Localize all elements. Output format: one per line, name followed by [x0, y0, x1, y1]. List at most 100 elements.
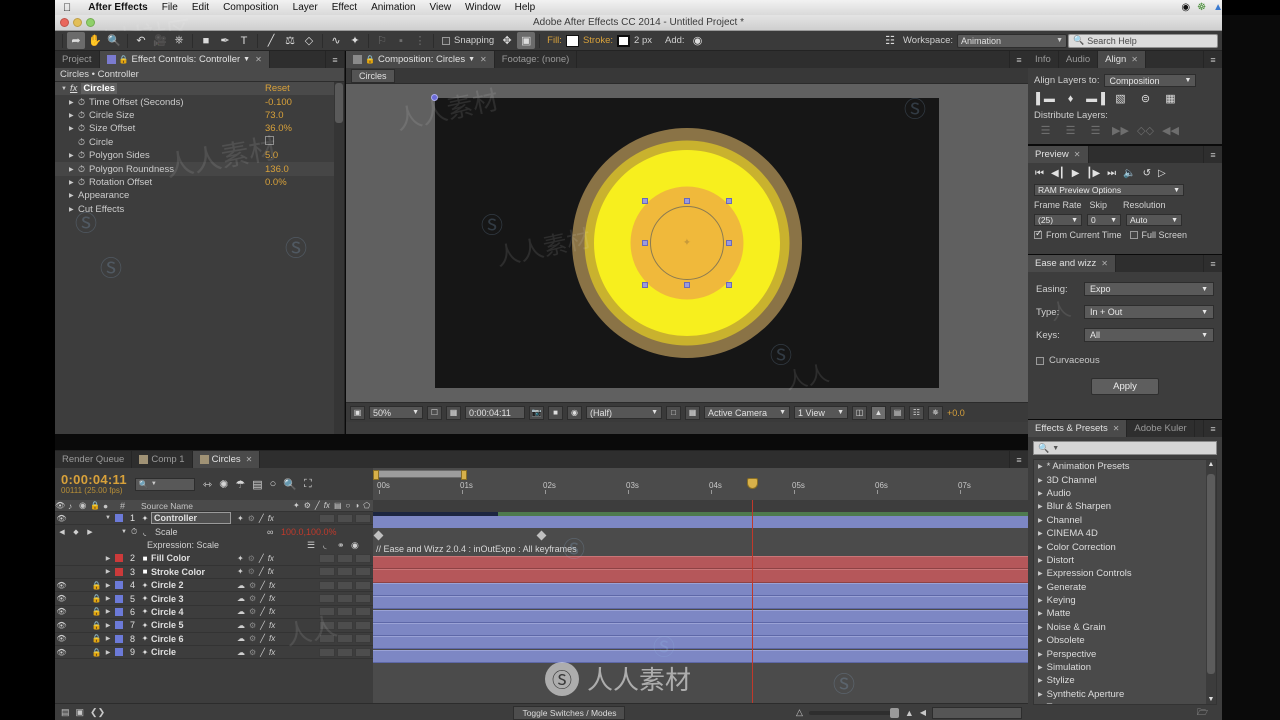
lock-toggle[interactable]: 🔒	[90, 633, 103, 645]
list-item[interactable]: ▶ Generate	[1034, 581, 1216, 594]
fill-swatch[interactable]	[565, 34, 579, 47]
layer-color-swatch[interactable]	[113, 579, 124, 591]
panel-menu-icon[interactable]: ≡	[1010, 451, 1028, 468]
menu-item-view[interactable]: View	[423, 2, 459, 13]
tab-effect-controls[interactable]: 🔒 Effect Controls: Controller ▼ ✕	[99, 51, 270, 68]
layer-bar-fill-color[interactable]	[373, 556, 1028, 569]
type-dropdown[interactable]: In + Out ▼	[1084, 305, 1214, 319]
chevron-right-icon[interactable]: ▶	[1038, 477, 1043, 484]
show-snapshot-icon[interactable]: ■	[548, 405, 563, 420]
quality-icon[interactable]: ╱	[259, 514, 264, 523]
collapse-icon[interactable]: ⚙	[249, 634, 256, 643]
add-icon[interactable]: ◉	[689, 32, 707, 49]
list-item[interactable]: ▶ Distort	[1034, 554, 1216, 567]
property-group-cut-effects[interactable]: ▶ Cut Effects	[55, 203, 344, 216]
audio-toggle[interactable]	[68, 566, 79, 578]
tab-ease-and-wizz[interactable]: Ease and wizz ✕	[1028, 255, 1116, 272]
close-icon[interactable]: ✕	[246, 455, 253, 464]
quality-icon[interactable]: ╱	[260, 594, 265, 603]
effects-category-list[interactable]: ▶ * Animation Presets ▶ 3D Channel ▶ Audio …	[1033, 459, 1217, 705]
close-icon[interactable]: ✕	[1101, 259, 1108, 268]
expression-language-icon[interactable]: ◉	[351, 540, 373, 551]
visibility-toggle[interactable]: 👁	[55, 579, 68, 591]
sync-icon[interactable]: ☸	[1197, 2, 1206, 13]
easing-dropdown[interactable]: Expo ▼	[1084, 282, 1214, 296]
chevron-right-icon[interactable]: ▶	[103, 619, 113, 631]
timeline-track-area[interactable]: // Ease and Wizz 2.0.4 : inOutExpo : All…	[373, 512, 1028, 703]
property-value[interactable]: 36.0%	[265, 123, 292, 134]
chevron-right-icon[interactable]: ▶	[1038, 570, 1043, 577]
quality-icon[interactable]: ╱	[259, 567, 264, 576]
stopwatch-icon[interactable]: ⏱	[78, 150, 89, 161]
list-item[interactable]: ▶ Expression Controls	[1034, 567, 1216, 580]
shy-icon[interactable]: ☁	[237, 648, 245, 657]
shy-icon[interactable]: ☁	[237, 594, 245, 603]
composition-stage[interactable]: ✦ 人人素材 Ⓢ 人人素材 Ⓢ 人人 Ⓢ	[346, 84, 1028, 402]
audio-toggle[interactable]	[68, 512, 79, 524]
anchor-point-icon[interactable]: ✦	[683, 238, 691, 249]
property-row-circle-size[interactable]: ▶ ⏱ Circle Size 73.0	[55, 109, 344, 122]
stopwatch-icon[interactable]: ⏱	[131, 527, 143, 537]
expression-enable-icon[interactable]: ☰	[307, 540, 323, 551]
tab-footage[interactable]: Footage: (none)	[495, 51, 578, 68]
layer-mode-cells[interactable]	[317, 553, 373, 563]
audio-toggle[interactable]	[68, 592, 79, 604]
layer-switches[interactable]: ☁ ⚙ ╱ fx	[235, 594, 317, 603]
effects-icon[interactable]: fx	[268, 514, 274, 523]
prev-frame-icon[interactable]: ◀┃	[1051, 168, 1065, 179]
panel-menu-icon[interactable]: ≡	[1204, 51, 1222, 68]
tab-audio[interactable]: Audio	[1059, 51, 1099, 68]
layer-bar-circle-5[interactable]	[373, 623, 1028, 637]
visibility-toggle[interactable]: 👁	[55, 633, 68, 645]
solo-toggle[interactable]	[79, 592, 90, 604]
chevron-right-icon[interactable]: ▶	[69, 152, 78, 159]
resolution-dropdown[interactable]: (Half) ▼	[586, 406, 662, 419]
tab-project[interactable]: Project	[55, 51, 100, 68]
effects-icon[interactable]: fx	[269, 594, 275, 603]
property-value[interactable]: 100.0,100.0%	[281, 527, 373, 537]
chevron-right-icon[interactable]: ▶	[1038, 490, 1043, 497]
menu-app-name[interactable]: After Effects	[81, 2, 154, 13]
effects-scrollbar[interactable]: ▲ ▼	[1206, 460, 1216, 704]
chevron-right-icon[interactable]: ▶	[103, 566, 113, 578]
stopwatch-icon[interactable]: ⏱	[78, 123, 89, 134]
align-top-icon[interactable]: ▧	[1113, 92, 1128, 105]
lock-toggle[interactable]: 🔒	[90, 606, 103, 618]
collapse-icon[interactable]: ⚙	[248, 567, 255, 576]
quality-icon[interactable]: ╱	[260, 607, 265, 616]
collapse-icon[interactable]: ⚙	[248, 554, 255, 563]
layer-color-swatch[interactable]	[113, 592, 124, 604]
hand-tool[interactable]: ✋	[86, 32, 104, 49]
quality-icon[interactable]: ╱	[259, 554, 264, 563]
chevron-right-icon[interactable]: ▶	[1038, 610, 1043, 617]
chevron-right-icon[interactable]: ▶	[1038, 584, 1043, 591]
chevron-right-icon[interactable]: ▶	[103, 592, 113, 604]
table-row[interactable]: 👁 🔒 ▶ 8 ✦ Circle 6 ☁ ⚙ ╱ fx	[55, 633, 373, 646]
toggle-switches-modes-button[interactable]: Toggle Switches / Modes	[513, 705, 626, 720]
pan-behind-tool[interactable]: ⎈	[170, 32, 188, 49]
zoom-out-icon[interactable]: △	[796, 707, 803, 718]
property-value[interactable]: 73.0	[265, 110, 284, 121]
toggle-grid-icon[interactable]: ▦	[685, 405, 700, 420]
timeline-ruler[interactable]: 00s 01s 02s 03s 04s 05s 06s 07s	[373, 468, 1028, 500]
composition-canvas[interactable]: ✦ 人人素材 Ⓢ 人人素材 Ⓢ 人人	[394, 85, 939, 394]
collapse-icon[interactable]: ⚙	[249, 607, 256, 616]
chevron-down-icon[interactable]: ▼	[103, 512, 113, 524]
lock-toggle[interactable]: 🔒	[90, 619, 103, 631]
panel-menu-icon[interactable]: ≡	[1010, 51, 1028, 68]
audio-toggle[interactable]	[68, 606, 79, 618]
chevron-right-icon[interactable]: ▶	[103, 552, 113, 564]
zoom-tool[interactable]: 🔍	[105, 32, 123, 49]
chevron-down-icon[interactable]: ▼	[61, 86, 70, 92]
visibility-toggle[interactable]	[55, 552, 68, 564]
audio-toggle[interactable]	[68, 552, 79, 564]
layer-anchor-handle[interactable]	[431, 94, 438, 101]
chevron-right-icon[interactable]: ▶	[69, 99, 78, 106]
menu-item-file[interactable]: File	[155, 2, 185, 13]
property-row-polygon-roundness[interactable]: ▶ ⏱ Polygon Roundness 136.0	[55, 162, 344, 176]
solo-toggle[interactable]	[79, 579, 90, 591]
shy-icon[interactable]: ☁	[237, 634, 245, 643]
chevron-right-icon[interactable]: ▶	[1038, 544, 1043, 551]
graph-editor-icon[interactable]: ❮❯	[90, 707, 105, 718]
timeline-search-input[interactable]: 🔍 ▼	[134, 477, 195, 491]
